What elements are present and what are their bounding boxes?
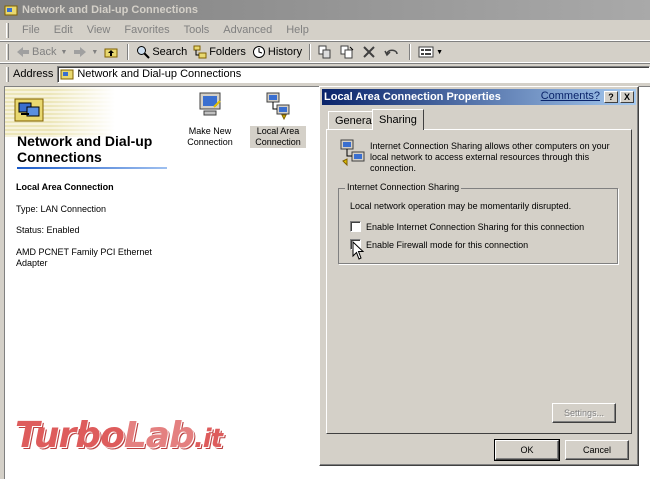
search-label: Search (152, 46, 188, 58)
pane-title: Network and Dial-up Connections (17, 133, 153, 165)
forward-button[interactable]: ▼ (70, 43, 101, 61)
address-input[interactable]: Network and Dial-up Connections (57, 65, 650, 83)
folders-label: Folders (209, 46, 246, 58)
delete-icon (363, 46, 375, 58)
menu-tools[interactable]: Tools (177, 24, 217, 36)
disruption-note: Local network operation may be momentari… (350, 201, 572, 211)
connection-adapter: AMD PCNET Family PCI Ethernet Adapter (16, 247, 152, 268)
menu-advanced[interactable]: Advanced (216, 24, 279, 36)
local-area-connection-item[interactable]: Local Area Connection (250, 91, 306, 148)
address-value: Network and Dial-up Connections (77, 68, 242, 80)
make-new-connection-item[interactable]: Make New Connection (185, 91, 235, 148)
title-underline (17, 167, 167, 169)
make-new-connection-icon (199, 92, 221, 116)
make-new-connection-label: Make New Connection (187, 126, 233, 147)
ics-checkbox-row[interactable]: Enable Internet Connection Sharing for t… (350, 221, 584, 232)
address-grip (6, 66, 9, 82)
ics-checkbox[interactable] (350, 221, 361, 232)
search-button[interactable]: Search (133, 43, 190, 61)
toolbar-grip (6, 44, 9, 60)
forward-dropdown-icon: ▼ (91, 48, 99, 56)
help-button[interactable]: ? (604, 91, 618, 103)
mouse-cursor-icon (352, 241, 364, 260)
menu-bar: File Edit View Favorites Tools Advanced … (0, 20, 650, 41)
menu-grip (6, 22, 9, 38)
window-title: Network and Dial-up Connections (22, 4, 199, 16)
move-to-icon (318, 45, 331, 59)
copy-to-button[interactable] (337, 43, 359, 61)
connection-sharing-icon (340, 139, 365, 167)
address-label: Address (13, 68, 54, 80)
standard-toolbar: Back ▼ ▼ Search Folders History ▼ (0, 41, 650, 63)
network-folder-small-icon (60, 69, 74, 79)
ok-button[interactable]: OK (494, 439, 560, 461)
toolbar-separator-2 (309, 44, 312, 60)
forward-arrow-icon (74, 47, 87, 57)
folders-icon (193, 45, 207, 59)
menu-view[interactable]: View (80, 24, 118, 36)
properties-dialog: Local Area Connection Properties Comment… (319, 86, 639, 466)
tab-sharing[interactable]: Sharing (372, 109, 424, 130)
explorer-titlebar: Network and Dial-up Connections (0, 0, 650, 20)
copy-to-icon (340, 45, 354, 59)
connection-status: Status: Enabled (16, 225, 80, 235)
up-folder-button[interactable] (101, 43, 123, 61)
connection-type: Type: LAN Connection (16, 204, 107, 214)
selected-connection-name: Local Area Connection (16, 182, 114, 192)
undo-button[interactable] (381, 43, 405, 61)
menu-file[interactable]: File (15, 24, 47, 36)
history-label: History (267, 46, 303, 58)
turbolab-watermark: TurboLab.it (15, 415, 223, 456)
history-icon (252, 46, 265, 58)
views-button[interactable]: ▼ (415, 43, 446, 61)
dialog-titlebar: Local Area Connection Properties Comment… (322, 89, 636, 105)
comments-link[interactable]: Comments? (541, 90, 600, 102)
undo-icon (384, 49, 398, 57)
watermark-lab: Lab (123, 415, 195, 456)
ics-checkbox-label: Enable Internet Connection Sharing for t… (366, 221, 585, 232)
menu-edit[interactable]: Edit (47, 24, 80, 36)
search-icon (137, 46, 151, 59)
local-area-connection-icon (266, 92, 290, 121)
close-button[interactable]: X (620, 91, 634, 103)
watermark-turbo: Turbo (15, 415, 125, 456)
back-label: Back (32, 46, 57, 58)
local-area-connection-label: Local Area Connection (250, 126, 306, 148)
firewall-checkbox-label: Enable Firewall mode for this connection (366, 239, 529, 250)
cancel-button[interactable]: Cancel (565, 440, 629, 460)
network-folder-icon (4, 5, 18, 16)
views-icon (418, 46, 434, 58)
back-button[interactable]: Back ▼ (13, 43, 70, 61)
back-arrow-icon (17, 47, 29, 57)
menu-favorites[interactable]: Favorites (117, 24, 176, 36)
dialog-title: Local Area Connection Properties (324, 91, 501, 103)
history-button[interactable]: History (249, 43, 305, 61)
settings-button[interactable]: Settings... (552, 403, 616, 423)
address-bar: Address Network and Dial-up Connections (0, 63, 650, 84)
views-dropdown-icon: ▼ (436, 48, 444, 56)
sharing-description: Internet Connection Sharing allows other… (370, 141, 610, 173)
back-dropdown-icon: ▼ (60, 48, 68, 56)
ics-group-title: Internet Connection Sharing (345, 182, 462, 192)
menu-help[interactable]: Help (279, 24, 316, 36)
firewall-checkbox-row[interactable]: Enable Firewall mode for this connection (350, 239, 528, 250)
move-to-button[interactable] (315, 43, 337, 61)
folders-button[interactable]: Folders (190, 43, 249, 61)
network-connections-large-icon (14, 98, 44, 122)
watermark-it: .it (193, 424, 223, 454)
delete-button[interactable] (359, 43, 381, 61)
toolbar-separator-3 (409, 44, 412, 60)
sharing-tab-panel (326, 129, 632, 434)
toolbar-separator (127, 44, 130, 60)
up-folder-icon (104, 48, 118, 58)
